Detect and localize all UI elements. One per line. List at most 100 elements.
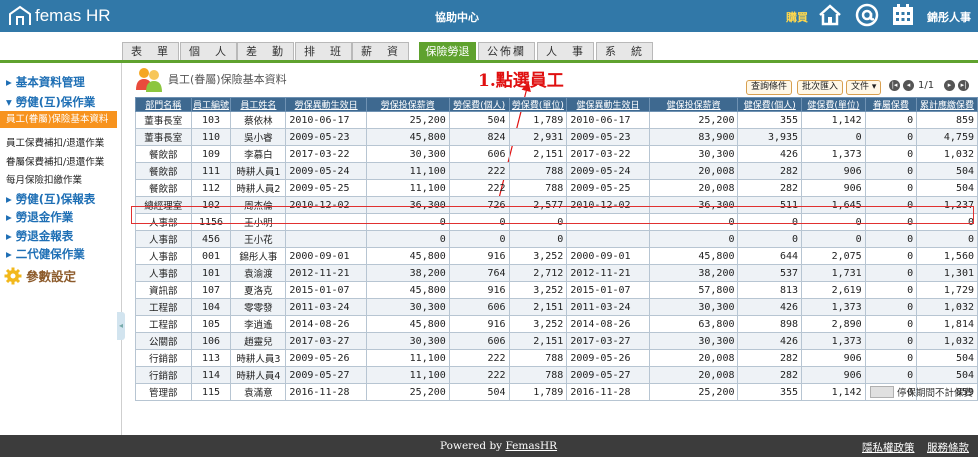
- table-cell[interactable]: 錦彤人事: [230, 247, 287, 265]
- table-row[interactable]: 人事部 1156 王小明 0 0 0 0 0 0 0 0: [135, 213, 978, 231]
- column-header-12[interactable]: 累計應繳保費: [916, 97, 978, 112]
- buy-link[interactable]: 購買: [786, 9, 808, 25]
- table-row[interactable]: 總經理室 102 周杰倫 2010-12-02 36,300 726 2,577 2010-1…: [135, 196, 978, 214]
- table-cell: 764: [448, 264, 510, 282]
- column-header-2[interactable]: 員工姓名: [230, 97, 287, 112]
- table-cell[interactable]: 蔡依林: [230, 111, 287, 129]
- table-cell[interactable]: 時耕人員4: [230, 366, 287, 384]
- column-header-8[interactable]: 健保投保薪資: [648, 97, 739, 112]
- calendar-icon[interactable]: [891, 3, 915, 30]
- table-cell: 4,759: [916, 128, 978, 146]
- table-cell: 總經理室: [135, 196, 192, 214]
- column-header-0[interactable]: 部門名稱: [135, 97, 192, 112]
- table-row[interactable]: 資訊部 107 夏洛克 2015-01-07 45,800 916 3,252 2015-01…: [135, 281, 978, 299]
- column-header-10[interactable]: 健保費(單位): [801, 97, 866, 112]
- table-row[interactable]: 公關部 106 趙靈兒 2017-03-27 30,300 606 2,151 2017-03…: [135, 332, 978, 350]
- table-cell: 餐飲部: [135, 179, 192, 197]
- column-header-7[interactable]: 健保異動生效日: [566, 97, 650, 112]
- sidebar-item-employee-insurance[interactable]: 員工(眷屬)保險基本資料: [0, 111, 117, 128]
- help-center-link[interactable]: 協助中心: [435, 9, 479, 25]
- settings-link[interactable]: 參數設定: [4, 266, 76, 285]
- sidebar-collapse-handle[interactable]: ◂: [117, 312, 125, 340]
- sidebar-section-pension-report[interactable]: ▸ 勞退金報表: [6, 228, 73, 244]
- sidebar-section-nhi2[interactable]: ▸ 二代健保作業: [6, 246, 85, 262]
- column-header-1[interactable]: 員工編號: [190, 97, 232, 112]
- sidebar-section-basic[interactable]: ▸ 基本資料管理: [6, 74, 85, 90]
- femashr-link[interactable]: FemasHR: [505, 440, 557, 452]
- table-cell[interactable]: 趙靈兒: [230, 332, 287, 350]
- sidebar-item-monthly-deduction[interactable]: 每月保險扣繳作業: [6, 172, 82, 186]
- sidebar-section-insurance[interactable]: ▾ 勞健(互)保作業: [6, 94, 95, 110]
- table-row[interactable]: 行銷部 114 時耕人員4 2009-05-27 11,100 222 788 2009-05…: [135, 366, 978, 384]
- table-row[interactable]: 行銷部 113 時耕人員3 2009-05-26 11,100 222 788 2009-05…: [135, 349, 978, 367]
- tab-3[interactable]: 排 班: [295, 42, 352, 61]
- sidebar-section-insurance-report[interactable]: ▸ 勞健(互)保報表: [6, 191, 95, 207]
- table-cell[interactable]: 李慕白: [230, 145, 287, 163]
- sidebar-item-dependent-premium-adjust[interactable]: 眷屬保費補扣/退還作業: [6, 154, 104, 168]
- tab-1[interactable]: 個 人: [180, 42, 237, 61]
- table-cell[interactable]: 王小花: [230, 230, 287, 248]
- table-row[interactable]: 人事部 456 王小花 0 0 0 0 0 0 0 0: [135, 230, 978, 248]
- table-row[interactable]: 管理部 115 袁滿意 2016-11-28 25,200 504 1,789 2016-11…: [135, 383, 978, 401]
- sidebar-item-employee-premium-adjust[interactable]: 員工保費補扣/退還作業: [6, 135, 104, 149]
- table-cell: 456: [190, 230, 232, 248]
- table-cell[interactable]: 夏洛克: [230, 281, 287, 299]
- table-cell[interactable]: 時耕人員1: [230, 162, 287, 180]
- table-cell: 537: [737, 264, 803, 282]
- table-row[interactable]: 工程部 105 李逍遙 2014-08-26 45,800 916 3,252 2014-08…: [135, 315, 978, 333]
- at-icon[interactable]: [855, 3, 879, 30]
- table-cell[interactable]: 李逍遙: [230, 315, 287, 333]
- privacy-link[interactable]: 隱私權政策: [862, 440, 915, 455]
- table-cell[interactable]: 周杰倫: [230, 196, 287, 214]
- table-cell: 0: [801, 230, 866, 248]
- table-cell: 30,300: [365, 145, 450, 163]
- query-button[interactable]: 查詢條件: [746, 80, 793, 95]
- tab-6[interactable]: 公佈欄: [478, 42, 535, 61]
- tab-0[interactable]: 表 單: [122, 42, 179, 61]
- table-cell[interactable]: 零零發: [230, 298, 287, 316]
- logo[interactable]: femas HR: [8, 5, 111, 27]
- table-cell: 0: [864, 111, 918, 129]
- tab-2[interactable]: 差 勤: [237, 42, 294, 61]
- column-header-11[interactable]: 眷屬保費: [864, 97, 918, 112]
- terms-link[interactable]: 服務條款: [927, 440, 969, 455]
- sidebar-section-pension[interactable]: ▸ 勞退金作業: [6, 209, 73, 225]
- table-row[interactable]: 人事部 101 袁渝渡 2012-11-21 38,200 764 2,712 2012-11…: [135, 264, 978, 282]
- prev-page-icon[interactable]: ◂: [903, 80, 914, 91]
- table-row[interactable]: 工程部 104 零零發 2011-03-24 30,300 606 2,151 2011-03…: [135, 298, 978, 316]
- table-cell[interactable]: 吳小睿: [230, 128, 287, 146]
- table-cell: 人事部: [135, 247, 192, 265]
- table-row[interactable]: 餐飲部 112 時耕人員2 2009-05-25 11,100 222 788 2009-05…: [135, 179, 978, 197]
- column-header-6[interactable]: 勞保費(單位): [508, 97, 568, 112]
- tab-8[interactable]: 系 統: [596, 42, 653, 61]
- tab-4[interactable]: 薪 資: [352, 42, 409, 61]
- column-header-4[interactable]: 勞保投保薪資: [365, 97, 450, 112]
- table-row[interactable]: 董事長室 110 吳小睿 2009-05-23 45,800 824 2,931 2009-0…: [135, 128, 978, 146]
- last-page-icon[interactable]: ▸|: [958, 80, 969, 91]
- legend: 停保期間不計保費: [870, 385, 973, 399]
- table-row[interactable]: 餐飲部 111 時耕人員1 2009-05-24 11,100 222 788 2009-05…: [135, 162, 978, 180]
- table-cell: 2011-03-24: [566, 298, 650, 316]
- tab-5[interactable]: 保險勞退: [419, 42, 476, 61]
- column-header-3[interactable]: 勞保異動生效日: [285, 97, 367, 112]
- table-cell[interactable]: 時耕人員3: [230, 349, 287, 367]
- column-header-5[interactable]: 勞保費(個人): [448, 97, 510, 112]
- table-row[interactable]: 人事部 001 錦彤人事 2000-09-01 45,800 916 3,252 2000-0…: [135, 247, 978, 265]
- table-cell[interactable]: 王小明: [230, 213, 287, 231]
- home-icon[interactable]: [818, 3, 842, 30]
- first-page-icon[interactable]: |◂: [889, 80, 900, 91]
- table-row[interactable]: 餐飲部 109 李慕白 2017-03-22 30,300 606 2,151 2017-03…: [135, 145, 978, 163]
- table-cell: 2017-03-27: [285, 332, 367, 350]
- column-header-9[interactable]: 健保費(個人): [737, 97, 803, 112]
- table-cell[interactable]: 袁渝渡: [230, 264, 287, 282]
- user-name[interactable]: 錦彤人事: [927, 9, 971, 25]
- table-cell[interactable]: 袁滿意: [230, 383, 287, 401]
- tab-7[interactable]: 人 事: [537, 42, 594, 61]
- next-page-icon[interactable]: ▸: [944, 80, 955, 91]
- batch-import-button[interactable]: 批次匯入: [797, 80, 844, 95]
- table-cell[interactable]: 時耕人員2: [230, 179, 287, 197]
- table-cell: 222: [448, 349, 510, 367]
- file-menu-button[interactable]: 文件 ▾: [846, 80, 882, 95]
- table-cell: 行銷部: [135, 366, 192, 384]
- table-row[interactable]: 董事長室 103 蔡依林 2010-06-17 25,200 504 1,789 2010-0…: [135, 111, 978, 129]
